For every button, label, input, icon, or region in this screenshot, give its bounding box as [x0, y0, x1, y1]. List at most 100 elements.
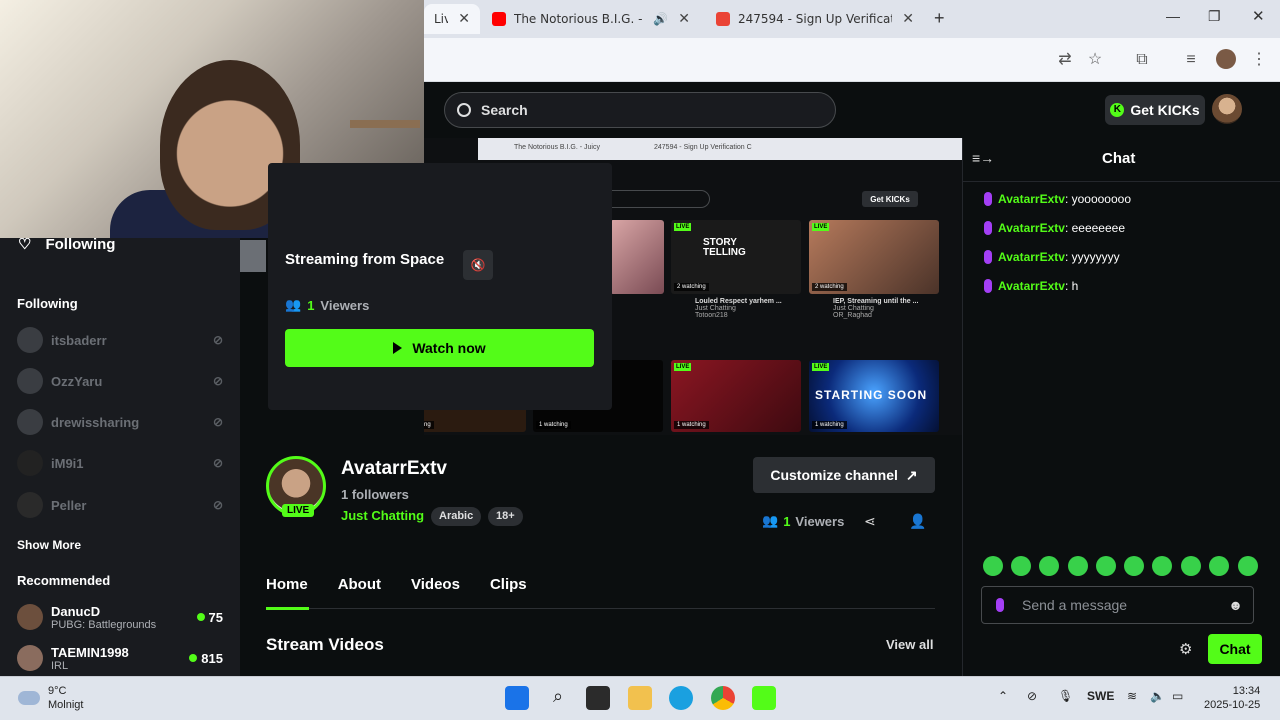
chat-username[interactable]: AvatarrExtv	[998, 279, 1065, 293]
recommended-item-danucd[interactable]: DanucD PUBG: Battlegrounds 75	[17, 599, 223, 635]
popup-viewer-count: 1	[307, 297, 315, 313]
battery-icon[interactable]: ▭	[1172, 689, 1183, 703]
tag-pill[interactable]: Arabic	[431, 507, 482, 526]
emoji-icon[interactable]: ☻	[1228, 597, 1243, 613]
emote-icon[interactable]	[1209, 556, 1229, 576]
camera-off-icon[interactable]: ⊘	[1027, 689, 1037, 703]
sidebar-item-ozzyaru[interactable]: OzzYaru ⊘	[17, 366, 223, 396]
sidebar-item-itsbaderr[interactable]: itsbaderr ⊘	[17, 325, 223, 355]
user-avatar[interactable]	[1212, 94, 1242, 124]
file-explorer-icon[interactable]	[628, 686, 652, 710]
watch-now-button[interactable]: Watch now	[285, 329, 594, 367]
get-kicks-button[interactable]: K Get KICKs	[1105, 95, 1205, 125]
stream-thumbnail[interactable]: LIVE STARTING SOON 1 watching	[809, 360, 939, 432]
channel-followers: 1 followers	[341, 487, 409, 502]
inner-search	[600, 190, 710, 208]
search-icon[interactable]: ⌕	[546, 686, 570, 710]
show-more-link[interactable]: Show More	[17, 538, 81, 552]
avatar	[17, 327, 43, 353]
gear-icon[interactable]: ⚙	[1179, 640, 1192, 658]
youtube-icon	[492, 12, 506, 26]
viewer-count: 815	[201, 650, 223, 666]
sidebar-item-peller[interactable]: Peller ⊘	[17, 490, 223, 520]
thumbnail-text: STARTING SOON	[815, 388, 928, 402]
view-all-link[interactable]: View all	[886, 637, 933, 652]
chat-message-input[interactable]: Send a message ☻	[981, 586, 1254, 624]
stream-thumbnail[interactable]: LIVE 2 watching	[809, 220, 939, 294]
restore-icon[interactable]: ❐	[1208, 8, 1221, 25]
chat-username[interactable]: AvatarrExtv	[998, 250, 1065, 264]
emote-icon[interactable]	[1096, 556, 1116, 576]
search-input[interactable]: Search	[444, 92, 836, 128]
language-indicator[interactable]: SWE	[1087, 689, 1114, 703]
date: 2025-10-25	[1204, 699, 1261, 711]
mic-icon[interactable]: 🎙	[1058, 689, 1073, 703]
menu-dots-icon[interactable]: ⋮	[1248, 49, 1270, 71]
emote-icon[interactable]	[1011, 556, 1031, 576]
speaker-icon[interactable]: 🔊	[653, 12, 668, 26]
thumbnail-meta: IEP, Streaming until the ... Just Chatti…	[833, 298, 943, 319]
media-control-icon[interactable]: ≡	[1180, 49, 1202, 71]
translate-icon[interactable]: ⇄	[1054, 49, 1076, 71]
tab-gmail[interactable]: 247594 - Sign Up Verification C ✕	[706, 4, 924, 34]
tag-pill[interactable]: 18+	[488, 507, 523, 526]
weather-text: Molnigt	[48, 699, 84, 711]
new-tab-button[interactable]: +	[934, 8, 945, 29]
stream-thumbnail[interactable]	[610, 220, 664, 294]
chat-username[interactable]: AvatarrExtv	[998, 192, 1065, 206]
channel-category: IRL	[51, 659, 69, 672]
close-icon[interactable]: ✕	[458, 11, 470, 27]
chrome-icon[interactable]	[711, 686, 735, 710]
emote-icon[interactable]	[1152, 556, 1172, 576]
tab-about[interactable]: About	[338, 576, 381, 593]
recommended-title: Recommended	[17, 573, 111, 588]
kick-logo-icon: K	[1110, 103, 1125, 117]
tray-chevron-icon[interactable]: ⌃	[998, 689, 1008, 703]
emote-icon[interactable]	[1124, 556, 1144, 576]
star-icon[interactable]: ☆	[1084, 49, 1106, 71]
emote-icon[interactable]	[1238, 556, 1258, 576]
tab-youtube[interactable]: The Notorious B.I.G. - Juicy 🔊 ✕	[482, 4, 700, 34]
channel-category-link[interactable]: Just Chatting	[341, 508, 424, 523]
wifi-icon[interactable]: ≋	[1127, 689, 1137, 703]
tab-home[interactable]: Home	[266, 576, 308, 593]
avatar	[17, 645, 43, 671]
tab-videos[interactable]: Videos	[411, 576, 460, 593]
stream-thumbnail[interactable]: LIVE STORY TELLING 2 watching	[671, 220, 801, 294]
mute-icon[interactable]: 🔇	[463, 250, 493, 280]
chat-send-button[interactable]: Chat	[1208, 634, 1262, 664]
clock[interactable]: 13:34 2025-10-25	[1204, 684, 1260, 712]
extensions-icon[interactable]: ⧉	[1131, 49, 1153, 71]
minimize-icon[interactable]: —	[1166, 8, 1180, 24]
mic-badge-icon	[984, 192, 992, 206]
sidebar-item-im9i1[interactable]: iM9i1 ⊘	[17, 448, 223, 478]
emote-icon[interactable]	[1039, 556, 1059, 576]
close-icon[interactable]: ✕	[678, 11, 690, 27]
sidebar-item-drewissharing[interactable]: drewissharing ⊘	[17, 407, 223, 437]
tab-clips[interactable]: Clips	[490, 576, 527, 593]
task-view-icon[interactable]	[586, 686, 610, 710]
time: 13:34	[1232, 685, 1261, 697]
profile-avatar[interactable]	[1216, 49, 1236, 69]
collapse-chat-icon[interactable]: ≡→	[972, 150, 994, 166]
stream-thumbnail[interactable]: LIVE 1 watching	[671, 360, 801, 432]
thumbnail-category: Just Chatting	[833, 305, 874, 312]
emote-icon[interactable]	[1068, 556, 1088, 576]
window-close-icon[interactable]: ✕	[1252, 7, 1265, 25]
volume-icon[interactable]: 🔈	[1150, 689, 1165, 703]
kick-app-icon[interactable]	[752, 686, 776, 710]
weather-widget[interactable]: 9°C Molnigt	[18, 684, 83, 712]
recommended-item-taemin1998[interactable]: TAEMIN1998 IRL 815	[17, 640, 223, 676]
share-icon[interactable]: ⋖	[864, 513, 876, 530]
thumbnail-text: STORY TELLING	[703, 237, 746, 258]
chat-username[interactable]: AvatarrExtv	[998, 221, 1065, 235]
tab-live[interactable]: Live ✕	[424, 4, 480, 34]
emote-icon[interactable]	[983, 556, 1003, 576]
emote-icon[interactable]	[1181, 556, 1201, 576]
follow-user-icon[interactable]: 👤	[909, 513, 926, 530]
customize-channel-button[interactable]: Customize channel ↗	[753, 457, 935, 493]
close-icon[interactable]: ✕	[902, 11, 914, 27]
windows-start-icon[interactable]	[505, 686, 529, 710]
edge-icon[interactable]	[669, 686, 693, 710]
channel-name: OzzYaru	[51, 373, 103, 389]
